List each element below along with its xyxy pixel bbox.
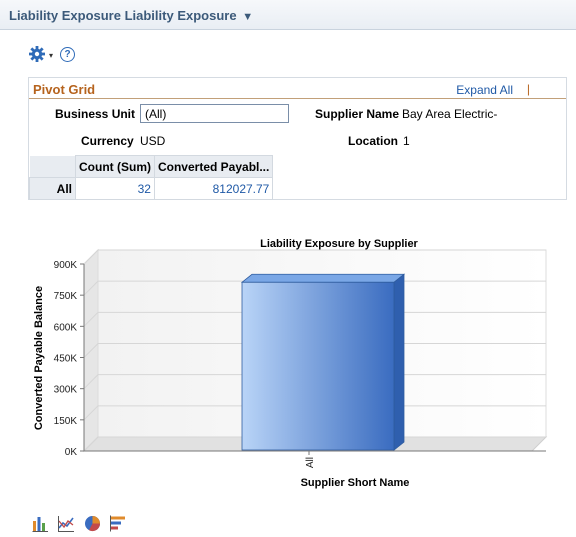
y-tick-label: 900K — [54, 260, 78, 271]
x-axis-label: Supplier Short Name — [301, 477, 410, 489]
chart-title: Liability Exposure by Supplier — [260, 238, 418, 250]
header-separator: | — [526, 82, 530, 96]
gear-icon[interactable] — [28, 45, 46, 63]
pivot-grid-header: Pivot Grid Expand All | — [29, 78, 566, 99]
currency-value: USD — [140, 134, 166, 148]
toolbar: ▾ ? — [28, 45, 76, 63]
column-header-converted-payable[interactable]: Converted Payabl... — [153, 155, 274, 178]
y-tick-label: 0K — [65, 447, 78, 458]
plot-area: 0K 150K 300K 450K 600K 750K 900K All — [54, 248, 548, 468]
y-tick-label: 150K — [54, 416, 78, 427]
bar-top — [240, 273, 406, 283]
business-unit-input[interactable] — [140, 104, 289, 123]
line-chart-icon[interactable] — [58, 515, 75, 532]
location-value: 1 — [403, 134, 410, 148]
expand-all-link[interactable]: Expand All — [456, 83, 513, 97]
row-header-all[interactable]: All — [29, 177, 76, 200]
actions-dropdown-caret[interactable]: ▾ — [49, 51, 53, 60]
chevron-down-icon[interactable]: ▼ — [242, 11, 253, 23]
page-title-menu[interactable]: Liability Exposure Liability Exposure ▼ — [9, 8, 253, 23]
pivot-grid-panel: Pivot Grid Expand All | Business Unit Su… — [28, 77, 567, 200]
horizontal-bar-chart-icon[interactable] — [110, 515, 127, 532]
y-axis-label: Converted Payable Balance — [33, 286, 45, 430]
table-row: All 32 812027.77 — [29, 177, 274, 200]
pivot-grid-title: Pivot Grid — [33, 82, 96, 97]
y-tick-label: 750K — [54, 291, 78, 302]
pivot-header-row: Count (Sum) Converted Payabl... — [29, 155, 274, 178]
pivot-corner-cell — [29, 155, 76, 178]
pie-chart-icon[interactable] — [84, 515, 101, 532]
x-tick-label: All — [305, 457, 316, 468]
page-header: Liability Exposure Liability Exposure ▼ — [0, 0, 576, 30]
bar-side — [393, 273, 405, 451]
count-cell[interactable]: 32 — [75, 177, 155, 200]
business-unit-label: Business Unit — [55, 107, 136, 121]
y-tick-label: 600K — [54, 322, 78, 333]
currency-label: Currency — [81, 134, 134, 148]
help-icon[interactable]: ? — [60, 46, 76, 62]
pivot-table: Count (Sum) Converted Payabl... All 32 8… — [29, 155, 274, 200]
y-tick-label: 450K — [54, 354, 78, 365]
supplier-name-label: Supplier Name — [315, 107, 400, 121]
liability-exposure-chart: Liability Exposure by Supplier Converted… — [33, 238, 548, 489]
converted-payable-cell[interactable]: 812027.77 — [153, 177, 274, 200]
bar — [241, 281, 395, 451]
y-tick-label: 300K — [54, 385, 78, 396]
chart-type-switcher — [32, 515, 127, 532]
column-header-count[interactable]: Count (Sum) — [75, 155, 155, 178]
supplier-name-value: Bay Area Electric- — [402, 107, 498, 121]
location-label: Location — [348, 134, 398, 148]
bar-chart-icon[interactable] — [32, 515, 49, 532]
page-title: Liability Exposure Liability Exposure — [9, 8, 237, 23]
